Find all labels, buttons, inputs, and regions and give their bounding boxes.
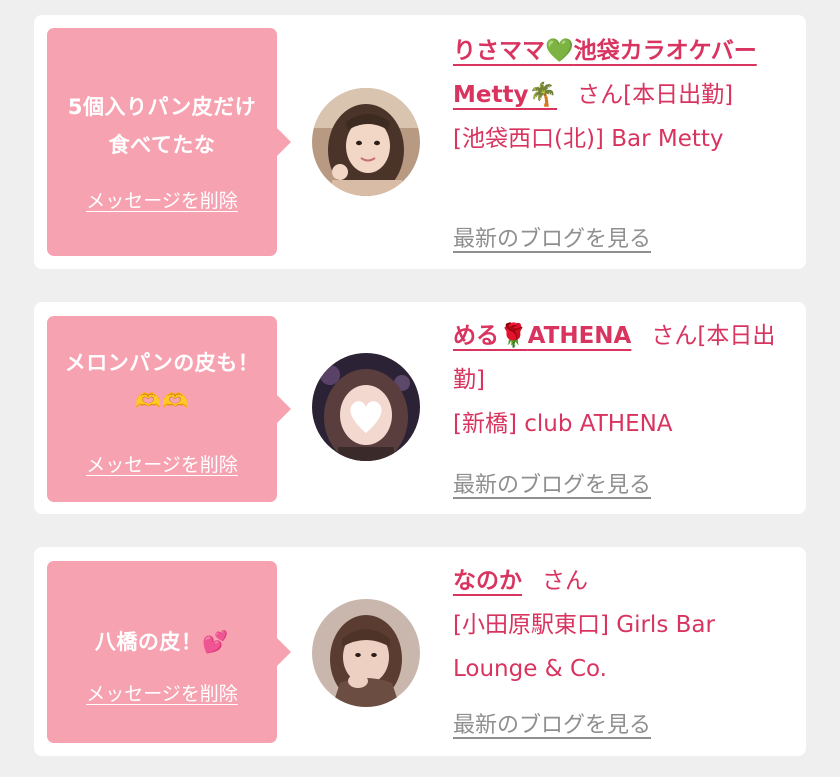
message-text: メロンパンの皮も！🫶🫶 (64, 351, 260, 413)
cast-name-link[interactable]: める🌹ATHENA (453, 323, 631, 349)
cast-name-text: める (453, 323, 499, 349)
message-card: メロンパンの皮も！🫶🫶 メッセージを削除 める🌹ATHENA さん[本日出勤] [… (34, 302, 806, 514)
location-text: [小田原駅東口] Girls Bar Lounge & Co. (453, 612, 715, 682)
avatar[interactable] (312, 599, 420, 707)
woman-photo-avatar-icon (312, 599, 420, 707)
cast-name-text: なのか (453, 568, 522, 594)
green-heart-icon: 💚 (545, 38, 574, 64)
location-text: [新橋] club ATHENA (453, 411, 673, 437)
latest-blog-link[interactable]: 最新のブログを見る (453, 707, 651, 739)
latest-blog-link[interactable]: 最新のブログを見る (453, 467, 651, 499)
cast-name-link[interactable]: なのか (453, 568, 522, 594)
latest-blog-link[interactable]: 最新のブログを見る (453, 221, 651, 253)
status-text: さん (542, 568, 588, 594)
profile-info: める🌹ATHENA さん[本日出勤] [新橋] club ATHENA (453, 314, 798, 446)
message-bubble: 八橋の皮！💕 メッセージを削除 (47, 561, 291, 743)
message-list: 5個入りパン皮だけ食べてたな メッセージを削除 りさママ💚池袋カラオケバーMet… (0, 0, 840, 777)
status-text: さん[本日出勤] (577, 82, 734, 108)
message-text: 八橋の皮！💕 (94, 630, 230, 654)
woman-photo-avatar-icon (312, 88, 420, 196)
delete-message-link[interactable]: メッセージを削除 (47, 186, 277, 213)
avatar[interactable] (312, 353, 420, 461)
palm-tree-icon: 🌴 (528, 82, 558, 108)
location-text: [池袋西口(北)] Bar Metty (453, 126, 724, 152)
delete-message-link[interactable]: メッセージを削除 (47, 450, 277, 477)
message-bubble: メロンパンの皮も！🫶🫶 メッセージを削除 (47, 316, 291, 502)
cast-name-text: りさママ (453, 38, 545, 64)
profile-info: なのか さん [小田原駅東口] Girls Bar Lounge & Co. (453, 559, 798, 691)
message-card: 5個入りパン皮だけ食べてたな メッセージを削除 りさママ💚池袋カラオケバーMet… (34, 15, 806, 269)
message-bubble: 5個入りパン皮だけ食べてたな メッセージを削除 (47, 28, 291, 256)
rose-icon: 🌹 (499, 323, 528, 349)
delete-message-link[interactable]: メッセージを削除 (47, 679, 277, 706)
avatar[interactable] (312, 88, 420, 196)
profile-info: りさママ💚池袋カラオケバーMetty🌴 さん[本日出勤] [池袋西口(北)] Ba… (453, 29, 798, 161)
message-card: 八橋の皮！💕 メッセージを削除 なのか さん [小田原駅東口] Girls Bar… (34, 547, 806, 756)
woman-photo-heart-avatar-icon (312, 353, 420, 461)
shop-name-text: ATHENA (527, 323, 632, 349)
message-text: 5個入りパン皮だけ食べてたな (67, 95, 257, 157)
